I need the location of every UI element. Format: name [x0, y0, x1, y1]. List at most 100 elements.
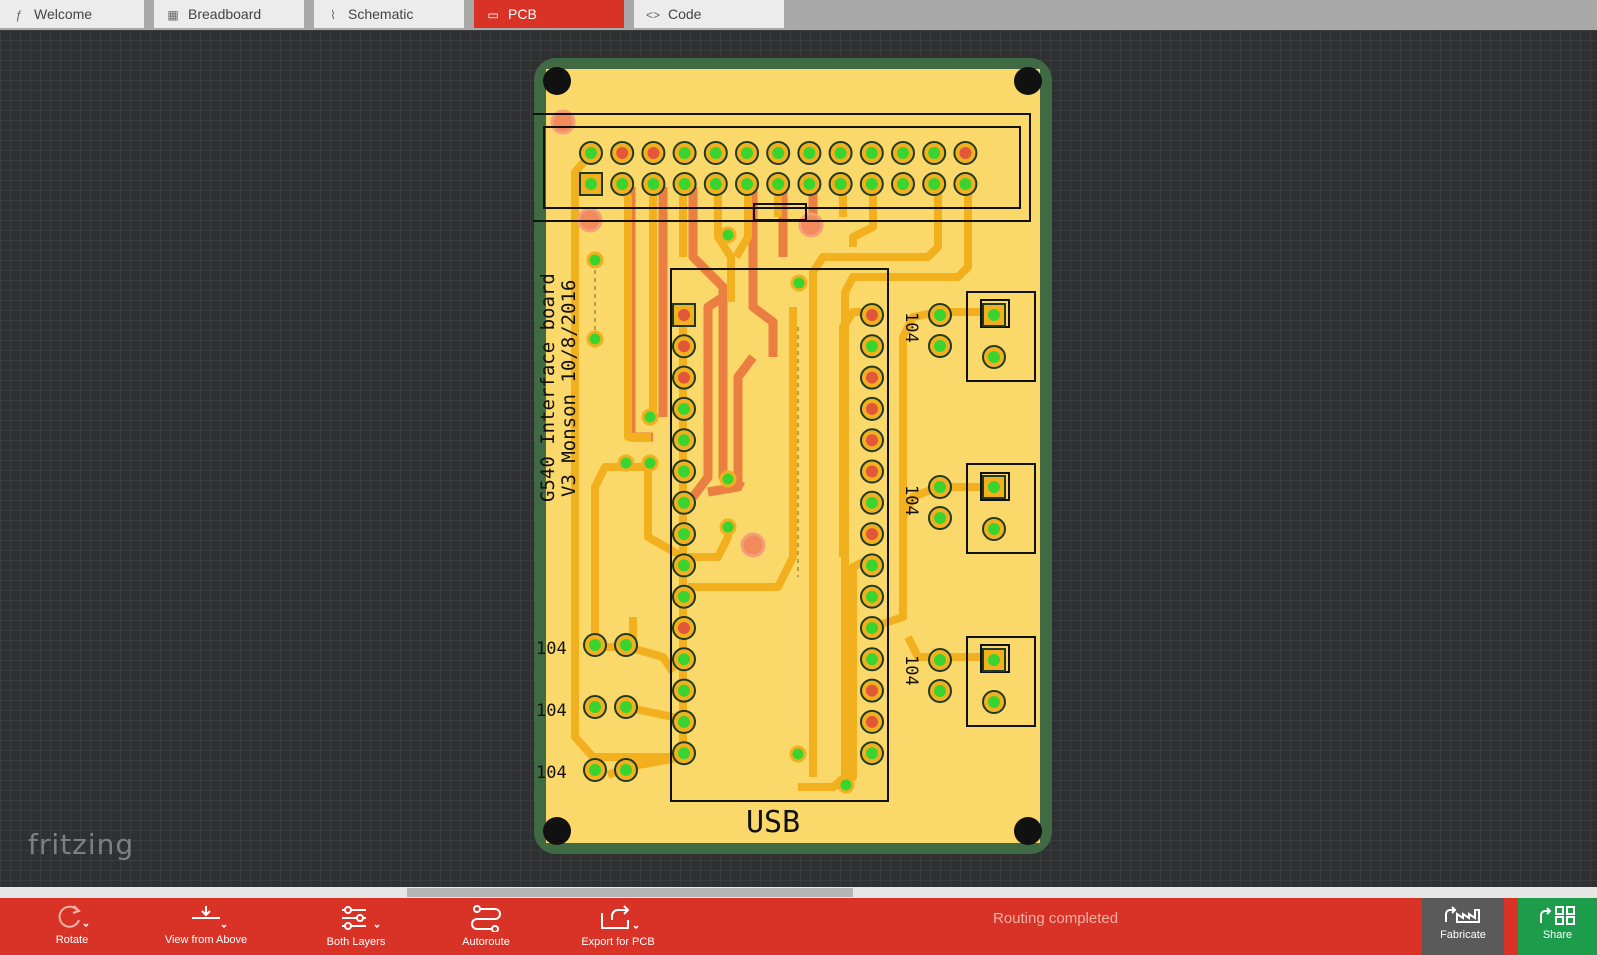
capacitor-pad-hole — [589, 764, 601, 776]
nano-pad-hole — [678, 465, 690, 478]
nano-pad-hole — [678, 590, 690, 603]
header-pad-hole — [616, 147, 629, 159]
nano-pad-hole — [866, 559, 878, 572]
cap-label-2: 104 — [536, 701, 567, 721]
export-for-pcb-button[interactable]: Export for PCB — [580, 898, 656, 955]
header-pad-hole — [678, 147, 691, 159]
autoroute-label: Autoroute — [462, 936, 510, 948]
nano-pad-hole — [678, 496, 690, 509]
capacitor-pad-hole — [934, 654, 946, 666]
fabricate-label: Fabricate — [1440, 929, 1486, 941]
via — [641, 408, 659, 426]
terminal-pad-hole — [988, 654, 1000, 666]
nano-pad-hole — [678, 747, 690, 760]
header-pad-hole — [741, 178, 753, 190]
terminal-pad-hole — [988, 309, 1000, 321]
rotate-button[interactable]: Rotate — [42, 898, 102, 955]
capacitor-pad-hole — [620, 701, 632, 713]
header-pad-hole — [585, 147, 597, 159]
nano-pad-hole — [678, 371, 690, 384]
nano-pad-hole — [678, 309, 690, 321]
header-pad-hole — [928, 147, 941, 159]
export-icon — [601, 905, 639, 930]
nano-pad-hole — [866, 590, 878, 603]
via — [586, 330, 604, 348]
fritzing-logo: fritzing — [28, 828, 135, 861]
nano-pad-hole — [678, 340, 690, 353]
via — [789, 745, 807, 763]
header-pad-hole — [709, 178, 722, 190]
nano-pad-hole — [866, 309, 878, 321]
tab-pcb[interactable]: ▭ PCB — [474, 0, 624, 28]
nano-pad-hole — [866, 434, 878, 447]
terminal-pad-hole — [988, 523, 1000, 535]
nano-pad-hole — [866, 402, 878, 415]
header-pad-hole — [709, 147, 722, 159]
header-pad-hole — [585, 178, 597, 190]
rotate-label: Rotate — [55, 934, 89, 946]
tab-schematic-label: Schematic — [348, 6, 414, 22]
capacitor-pad-hole — [589, 701, 601, 713]
via — [719, 518, 737, 536]
header-pad-hole — [803, 178, 816, 190]
status-message: Routing completed — [993, 910, 1119, 927]
header-pad-hole — [616, 178, 629, 190]
fritzing-icon: ƒ — [15, 8, 23, 22]
nano-pad-hole — [866, 684, 878, 697]
via — [719, 470, 737, 488]
capacitor-pad-hole — [934, 481, 946, 493]
view-from-above-icon — [192, 906, 227, 929]
nano-pad-hole — [678, 559, 690, 572]
tab-breadboard-label: Breadboard — [188, 6, 262, 22]
view-from-above-label: View from Above — [164, 934, 248, 946]
autoroute-button[interactable]: Autoroute — [455, 898, 517, 955]
header-pad-hole — [928, 178, 941, 190]
nano-pad-hole — [678, 402, 690, 415]
nano-pad-hole — [866, 465, 878, 478]
via — [586, 251, 604, 269]
header-pad-hole — [741, 147, 753, 159]
both-layers-label: Both Layers — [326, 936, 386, 948]
capacitor-pad-hole — [934, 685, 946, 697]
via — [617, 454, 635, 472]
tab-breadboard[interactable]: ▦ Breadboard — [154, 0, 304, 28]
header-pad-hole — [772, 178, 785, 190]
via — [641, 454, 659, 472]
horizontal-scrollbar[interactable] — [0, 887, 1597, 898]
nano-pad-hole — [866, 340, 878, 353]
nano-pad-hole — [866, 371, 878, 384]
view-from-above-button[interactable]: View from Above — [162, 898, 250, 955]
nano-pad-hole — [866, 653, 878, 666]
header-pad-hole — [647, 178, 660, 190]
pcb-board[interactable]: G540 Interface board V3 Monson 10/8/2016… — [533, 57, 1053, 855]
view-tab-bar: ƒ Welcome ▦ Breadboard ⌇ Schematic ▭ PCB <> C… — [0, 0, 1597, 30]
nano-pad-hole — [866, 528, 878, 541]
fabricate-icon — [1445, 906, 1480, 923]
scrollbar-thumb[interactable] — [407, 888, 853, 897]
share-button[interactable]: Share — [1518, 898, 1597, 955]
via — [837, 776, 855, 794]
silk-text-author: V3 Monson 10/8/2016 — [558, 280, 580, 497]
header-pad-hole — [897, 147, 909, 159]
share-label: Share — [1542, 929, 1573, 941]
tab-welcome[interactable]: ƒ Welcome — [0, 0, 144, 28]
terminal-pad-hole — [988, 351, 1000, 363]
header-pad-hole — [959, 147, 972, 159]
tab-code[interactable]: <> Code — [634, 0, 784, 28]
nano-pad-hole — [678, 653, 690, 666]
header-pad-hole — [834, 178, 847, 190]
both-layers-button[interactable]: Both Layers — [318, 898, 394, 955]
header-pad-hole — [865, 178, 878, 190]
nano-pad-hole — [866, 622, 878, 634]
header-pad-hole — [897, 178, 909, 190]
tab-code-label: Code — [668, 6, 702, 22]
cap-label-1: 104 — [536, 639, 567, 659]
header-pad-hole — [959, 178, 972, 190]
silk-text-title: G540 Interface board — [537, 273, 559, 502]
tab-schematic[interactable]: ⌇ Schematic — [314, 0, 464, 28]
terminal-pad-hole — [988, 481, 1000, 493]
terminal-pad-hole — [988, 696, 1000, 708]
fabricate-button[interactable]: Fabricate — [1422, 898, 1504, 955]
header-pad-hole — [865, 147, 878, 159]
nano-pad-hole — [678, 622, 690, 634]
